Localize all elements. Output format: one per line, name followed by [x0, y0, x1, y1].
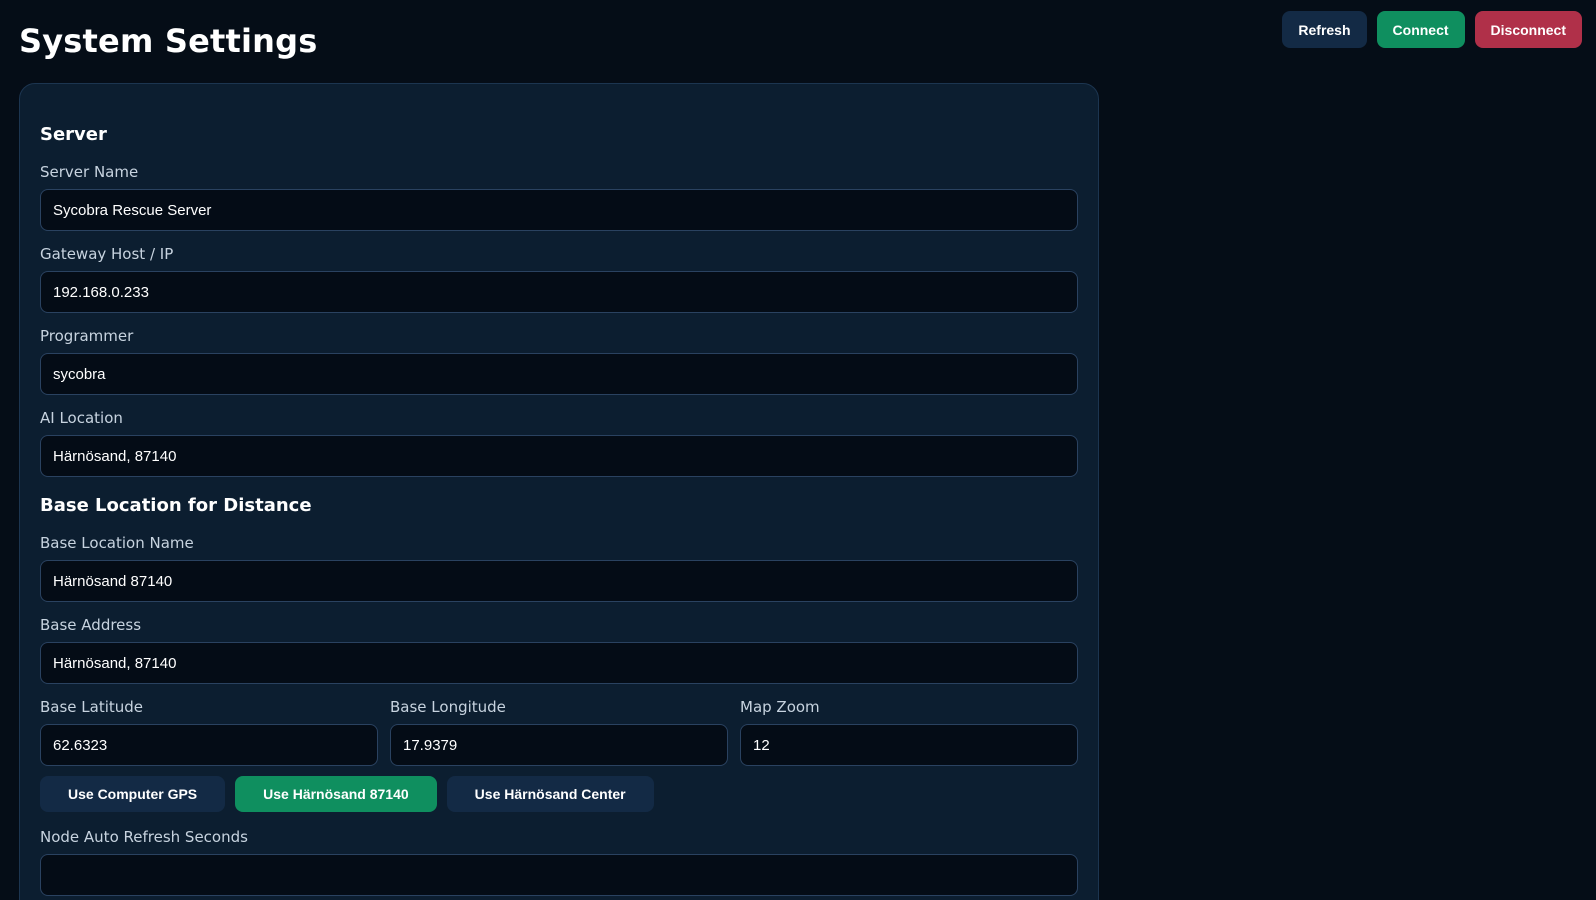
- gateway-input[interactable]: [40, 271, 1078, 313]
- map-zoom-label: Map Zoom: [740, 698, 820, 716]
- base-name-label: Base Location Name: [40, 534, 194, 552]
- base-longitude-label: Base Longitude: [390, 698, 506, 716]
- location-preset-buttons: Use Computer GPS Use Härnösand 87140 Use…: [40, 776, 1078, 812]
- use-computer-gps-button[interactable]: Use Computer GPS: [40, 776, 226, 812]
- refresh-button[interactable]: Refresh: [1282, 11, 1367, 48]
- base-longitude-input[interactable]: [390, 724, 728, 766]
- page-title: System Settings: [19, 22, 318, 60]
- map-zoom-field: Map Zoom: [740, 698, 1078, 766]
- base-latitude-field: Base Latitude: [40, 698, 378, 766]
- gateway-field: Gateway Host / IP: [40, 245, 1078, 313]
- programmer-field: Programmer: [40, 327, 1078, 395]
- server-section-title: Server: [40, 124, 107, 145]
- settings-card: Server Server Name Gateway Host / IP Pro…: [19, 83, 1099, 900]
- base-section-title: Base Location for Distance: [40, 495, 312, 516]
- top-action-bar: Refresh Connect Disconnect: [1282, 11, 1582, 48]
- server-name-field: Server Name: [40, 163, 1078, 231]
- programmer-label: Programmer: [40, 327, 134, 345]
- settings-page: System Settings Refresh Connect Disconne…: [0, 0, 1596, 900]
- use-center-button[interactable]: Use Härnösand Center: [446, 776, 654, 812]
- base-address-label: Base Address: [40, 616, 142, 634]
- node-refresh-label: Node Auto Refresh Seconds: [40, 828, 248, 846]
- map-zoom-input[interactable]: [740, 724, 1078, 766]
- base-address-input[interactable]: [40, 642, 1078, 684]
- base-name-field: Base Location Name: [40, 534, 1078, 602]
- base-latitude-label: Base Latitude: [40, 698, 144, 716]
- server-name-label: Server Name: [40, 163, 139, 181]
- node-refresh-input[interactable]: [40, 854, 1078, 896]
- base-name-input[interactable]: [40, 560, 1078, 602]
- ai-location-input[interactable]: [40, 435, 1078, 477]
- use-postcode-button[interactable]: Use Härnösand 87140: [235, 776, 437, 812]
- ai-location-field: AI Location: [40, 409, 1078, 477]
- base-latitude-input[interactable]: [40, 724, 378, 766]
- gateway-label: Gateway Host / IP: [40, 245, 174, 263]
- connect-button[interactable]: Connect: [1376, 11, 1465, 48]
- ai-location-label: AI Location: [40, 409, 123, 427]
- coordinates-row: Base Latitude Base Longitude Map Zoom: [40, 698, 1078, 766]
- base-address-field: Base Address: [40, 616, 1078, 684]
- base-longitude-field: Base Longitude: [390, 698, 728, 766]
- programmer-input[interactable]: [40, 353, 1078, 395]
- disconnect-button[interactable]: Disconnect: [1474, 11, 1582, 48]
- node-refresh-field: Node Auto Refresh Seconds: [40, 828, 1078, 896]
- server-name-input[interactable]: [40, 189, 1078, 231]
